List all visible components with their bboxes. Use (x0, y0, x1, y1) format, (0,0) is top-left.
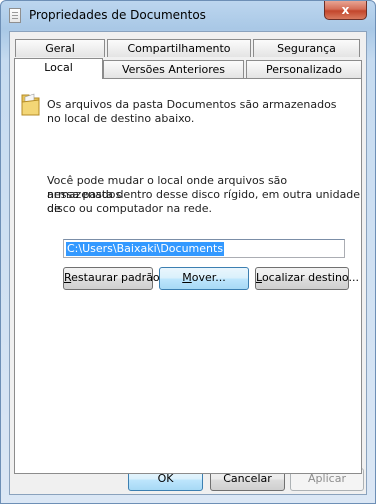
tab-label: Segurança (277, 42, 336, 55)
tab-label: Local (44, 61, 73, 74)
tab-personalizado[interactable]: Personalizado (246, 60, 362, 78)
tab-label: Geral (45, 42, 75, 55)
tab-label: Versões Anteriores (121, 63, 226, 76)
title-bar[interactable]: Propriedades de Documentos x (1, 1, 375, 31)
dialog-client-area: Geral Compartilhamento Segurança Local V… (9, 31, 367, 495)
button-label: estaurar padrão (71, 271, 160, 284)
document-icon (9, 8, 21, 23)
close-icon: x (341, 3, 350, 17)
find-target-button[interactable]: Localizar destino... (255, 267, 359, 290)
tab-geral[interactable]: Geral (15, 39, 105, 57)
tab-label: Compartilhamento (127, 42, 231, 55)
tab-compartilhamento[interactable]: Compartilhamento (107, 39, 251, 57)
folder-icon (21, 93, 40, 116)
description-line-1: Os arquivos da pasta Documentos são arma… (47, 98, 337, 111)
accelerator-key: M (182, 271, 192, 284)
button-label: ocalizar destino... (261, 271, 359, 284)
tab-versoes-anteriores[interactable]: Versões Anteriores (103, 60, 244, 78)
selected-path-text: C:\Users\Baixaki\Documents (66, 242, 225, 256)
close-button[interactable]: x (324, 1, 367, 20)
button-label: over... (191, 271, 226, 284)
tab-panel-local: Os arquivos da pasta Documentos são arma… (14, 78, 362, 474)
info-line-3: disco ou computador na rede. (47, 202, 212, 215)
folder-path-input[interactable]: C:\Users\Baixaki\Documents (63, 239, 345, 258)
move-button[interactable]: Mover... (159, 267, 249, 290)
description-line-2: no local de destino abaixo. (47, 112, 195, 125)
restore-default-button[interactable]: Restaurar padrão (63, 267, 160, 290)
tab-seguranca[interactable]: Segurança (253, 39, 360, 57)
tab-label: Personalizado (265, 63, 343, 76)
window-title: Propriedades de Documentos (29, 8, 206, 22)
properties-window: Propriedades de Documentos x Geral Compa… (0, 0, 376, 504)
tab-local[interactable]: Local (14, 58, 103, 79)
